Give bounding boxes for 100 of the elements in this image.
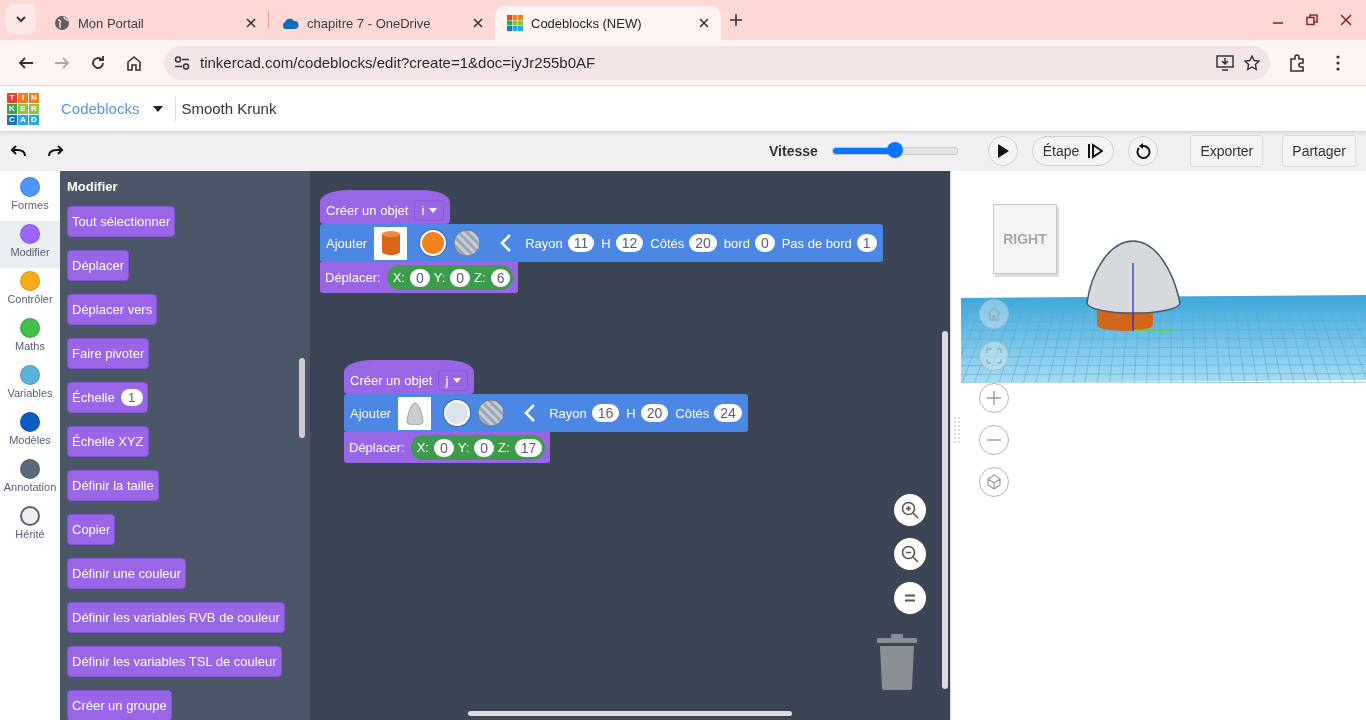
- code-block[interactable]: Déplacer: [67, 250, 130, 281]
- shape-thumbnail[interactable]: [374, 226, 408, 260]
- parameter-label: Pas de bord: [781, 235, 852, 251]
- tab-list-button[interactable]: [6, 4, 36, 34]
- coordinate-value[interactable]: 6: [490, 268, 511, 287]
- zoom-out-button[interactable]: [894, 538, 926, 570]
- code-block[interactable]: Définir les variables TSL de couleur: [67, 646, 282, 677]
- parameter-value[interactable]: 11: [567, 234, 595, 252]
- close-icon[interactable]: [1340, 14, 1352, 26]
- parameter-value[interactable]: 12: [615, 234, 644, 252]
- star-icon[interactable]: [1244, 54, 1260, 71]
- coordinate-value[interactable]: 0: [474, 438, 495, 457]
- resize-handle-icon[interactable]: [954, 417, 960, 445]
- code-block[interactable]: Tout sélectionner: [67, 206, 176, 237]
- reload-icon[interactable]: [90, 54, 106, 71]
- coordinate-label: Z:: [498, 440, 510, 455]
- app-logo[interactable]: T I N K E R C A D: [7, 92, 39, 125]
- parameter-value[interactable]: 20: [689, 234, 717, 252]
- code-block[interactable]: Échelle 1: [67, 382, 148, 413]
- color-swatch[interactable]: [420, 230, 447, 256]
- browser-tab[interactable]: Codeblocks (NEW): [495, 6, 721, 40]
- parameter-value[interactable]: 16: [591, 404, 620, 422]
- home-icon[interactable]: [126, 54, 142, 71]
- variable-dropdown[interactable]: j: [438, 369, 469, 391]
- coordinate-label: Y:: [457, 440, 470, 455]
- play-button[interactable]: [987, 136, 1018, 166]
- reset-button[interactable]: [1128, 136, 1159, 166]
- caret-down-icon: [429, 207, 438, 213]
- coordinate-value[interactable]: 0: [450, 268, 471, 287]
- reset-icon: [1135, 143, 1152, 159]
- coordinate-value[interactable]: 17: [514, 438, 543, 457]
- restore-icon[interactable]: [1306, 14, 1318, 26]
- material-swatch-icon[interactable]: [477, 399, 506, 427]
- variable-dropdown[interactable]: i: [414, 199, 445, 221]
- category-item[interactable]: Contrôler: [0, 268, 60, 315]
- chevron-left-icon[interactable]: [500, 233, 513, 253]
- projection-button[interactable]: [979, 467, 1009, 497]
- coordinate-value[interactable]: 0: [409, 268, 430, 287]
- palette-title: Modifier: [67, 179, 119, 194]
- back-icon[interactable]: [18, 54, 34, 71]
- extensions-icon[interactable]: [1288, 53, 1306, 72]
- code-block[interactable]: Copier: [67, 514, 116, 545]
- close-icon[interactable]: [246, 18, 256, 28]
- app-logo-icon: [507, 15, 523, 31]
- category-item[interactable]: Formes: [0, 174, 60, 221]
- step-button[interactable]: Étape: [1031, 136, 1115, 166]
- code-block[interactable]: Créer un groupe: [67, 690, 172, 720]
- parameter-value[interactable]: 0: [754, 234, 775, 252]
- parameter-value[interactable]: 1: [856, 234, 877, 252]
- browser-tab[interactable]: chapitre 7 - OneDrive: [269, 6, 495, 40]
- chevron-left-icon[interactable]: [524, 403, 537, 423]
- code-block[interactable]: Échelle XYZ: [67, 426, 149, 457]
- address-bar[interactable]: tinkercad.com/codeblocks/edit?create=1&doc=iyJr255b0AF: [164, 45, 1270, 80]
- code-block[interactable]: Définir la taille: [67, 470, 159, 501]
- create-object-block[interactable]: Créer un objet i: [320, 190, 451, 224]
- minus-icon: [987, 439, 1001, 441]
- code-block[interactable]: Déplacer vers: [67, 294, 158, 325]
- globe-icon: [54, 15, 70, 31]
- install-app-icon[interactable]: [1216, 54, 1234, 71]
- category-item[interactable]: Modèles: [0, 409, 60, 456]
- redo-icon[interactable]: [48, 145, 64, 157]
- play-icon: [996, 144, 1009, 158]
- share-button[interactable]: Partager: [1282, 135, 1356, 167]
- coordinates-block[interactable]: X: 0 Y: 0 Z: 17: [410, 435, 546, 460]
- add-shape-block[interactable]: Ajouter Rayon 11 H 12 Côtés 20 bord 0 Pas de bord 1: [320, 224, 883, 262]
- close-icon[interactable]: [473, 18, 483, 28]
- move-block[interactable]: Déplacer: X: 0 Y: 0 Z: 17: [344, 432, 551, 463]
- move-block[interactable]: Déplacer: X: 0 Y: 0 Z: 6: [320, 262, 519, 293]
- code-block[interactable]: Définir une couleur: [67, 558, 187, 589]
- export-button[interactable]: Exporter: [1190, 135, 1264, 167]
- code-block[interactable]: Faire pivoter: [67, 338, 150, 369]
- color-swatch[interactable]: [444, 400, 471, 426]
- trash-icon[interactable]: [875, 634, 919, 690]
- parameter-label: Rayon: [525, 235, 563, 251]
- category-item[interactable]: Maths: [0, 315, 60, 362]
- reset-zoom-button[interactable]: [894, 582, 926, 614]
- zoom-in-icon: [901, 501, 919, 519]
- category-item[interactable]: Hérité: [0, 503, 60, 550]
- new-tab-icon[interactable]: [729, 13, 743, 27]
- material-swatch-icon[interactable]: [453, 229, 482, 257]
- parameter-value[interactable]: 24: [714, 404, 742, 422]
- shape-thumbnail[interactable]: [398, 396, 432, 430]
- more-menu-icon[interactable]: [1336, 54, 1340, 71]
- coordinate-label: Y:: [433, 270, 446, 285]
- code-block[interactable]: Définir les variables RVB de couleur: [67, 602, 285, 633]
- category-item[interactable]: Annotation: [0, 456, 60, 503]
- undo-icon[interactable]: [10, 145, 26, 157]
- browser-tab[interactable]: Mon Portail: [42, 6, 268, 40]
- add-shape-block[interactable]: Ajouter Rayon 16 H 20 Côtés 24: [344, 394, 748, 432]
- category-item[interactable]: Modifier: [0, 221, 60, 268]
- zoom-in-button[interactable]: [894, 494, 926, 526]
- parameter-value[interactable]: 20: [640, 404, 669, 422]
- close-icon[interactable]: [699, 18, 709, 28]
- category-item[interactable]: Variables: [0, 362, 60, 409]
- coordinates-block[interactable]: X: 0 Y: 0 Z: 6: [386, 265, 514, 290]
- coordinate-label: X:: [416, 440, 429, 455]
- create-object-block[interactable]: Créer un objet j: [344, 360, 475, 394]
- coordinate-value[interactable]: 0: [433, 438, 454, 457]
- site-settings-icon[interactable]: [174, 55, 190, 70]
- design-name[interactable]: Smooth Krunk: [181, 100, 277, 117]
